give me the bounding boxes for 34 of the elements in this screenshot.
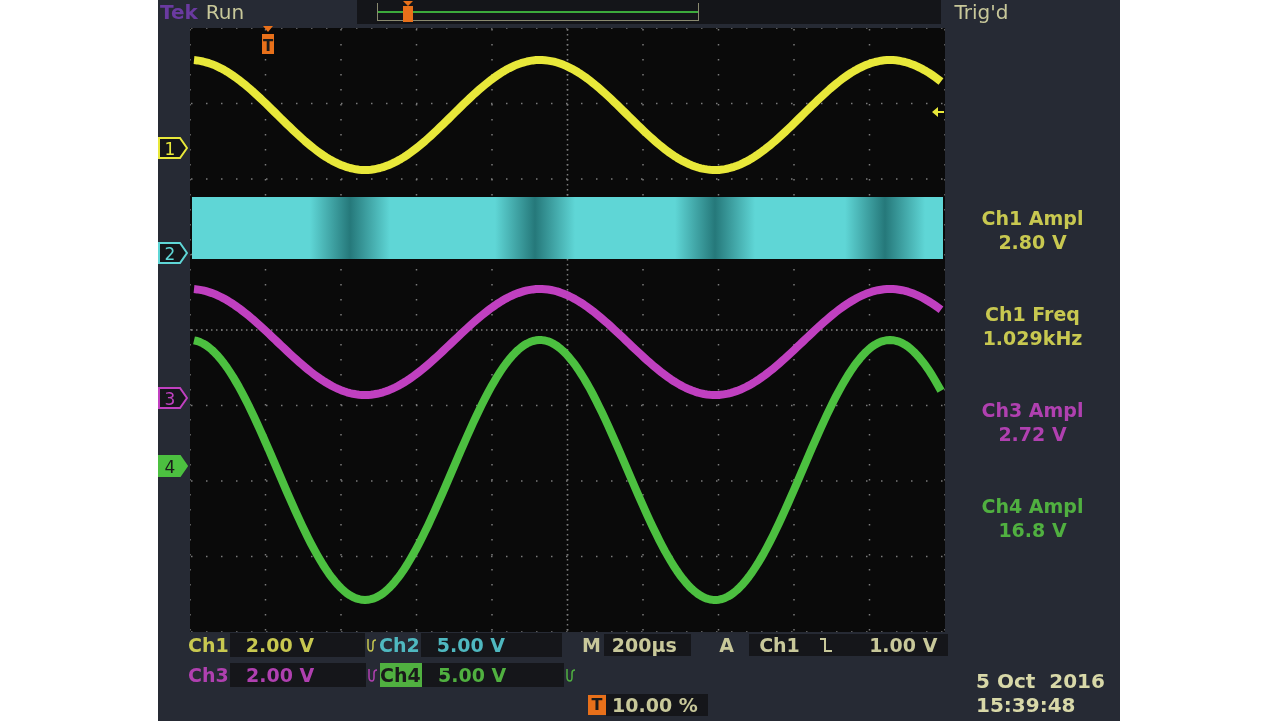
channel-marker: 2 <box>158 242 188 264</box>
channel-marker: 1 <box>158 137 188 159</box>
volts-per-division: 2.00 V <box>230 662 366 687</box>
measurement-value: 1.029kHz <box>982 326 1083 350</box>
channel-marker: 4 <box>158 455 188 477</box>
trigger-level-arrow-icon <box>931 106 945 118</box>
measurement-name: Ch1 Ampl <box>981 206 1084 230</box>
time-per-division: 200µs <box>603 633 692 656</box>
trigger-label: A <box>719 633 736 656</box>
trigger-position-icon <box>401 1 414 23</box>
volts-per-division: 5.00 V <box>422 662 564 687</box>
trigger-source: Ch1 <box>759 633 801 656</box>
channel-label[interactable]: Ch1 <box>188 632 230 657</box>
measurement-name: Ch4 Ampl <box>981 494 1084 518</box>
trigger-position-marker: T <box>588 694 606 715</box>
measurement-value: 2.72 V <box>998 422 1067 446</box>
measurement-value: 16.8 V <box>998 518 1067 542</box>
channel-marker: 3 <box>158 387 188 409</box>
brand-logo: Tek <box>159 0 199 24</box>
trigger-status: Trig'd <box>953 0 1010 24</box>
time-label: 15:39:48 <box>976 693 1077 717</box>
trigger-level: 1.00 V <box>869 633 938 656</box>
trigger-position: 10.00 % <box>606 693 708 716</box>
measurement-value: 2.80 V <box>998 230 1067 254</box>
volts-per-division: 2.00 V <box>229 632 366 657</box>
channel-label[interactable]: Ch2 <box>379 632 421 657</box>
timebase-label: M <box>581 633 602 656</box>
measurement-name: Ch3 Ampl <box>981 398 1084 422</box>
acquisition-state: Run <box>204 0 246 24</box>
measurement-name: Ch1 Freq <box>985 302 1080 326</box>
date-label: 5 Oct 2016 <box>976 669 1105 693</box>
volts-per-division: 5.00 V <box>420 632 562 657</box>
channel-label[interactable]: Ch4 <box>380 662 422 687</box>
trigger-marker: T <box>260 26 276 56</box>
